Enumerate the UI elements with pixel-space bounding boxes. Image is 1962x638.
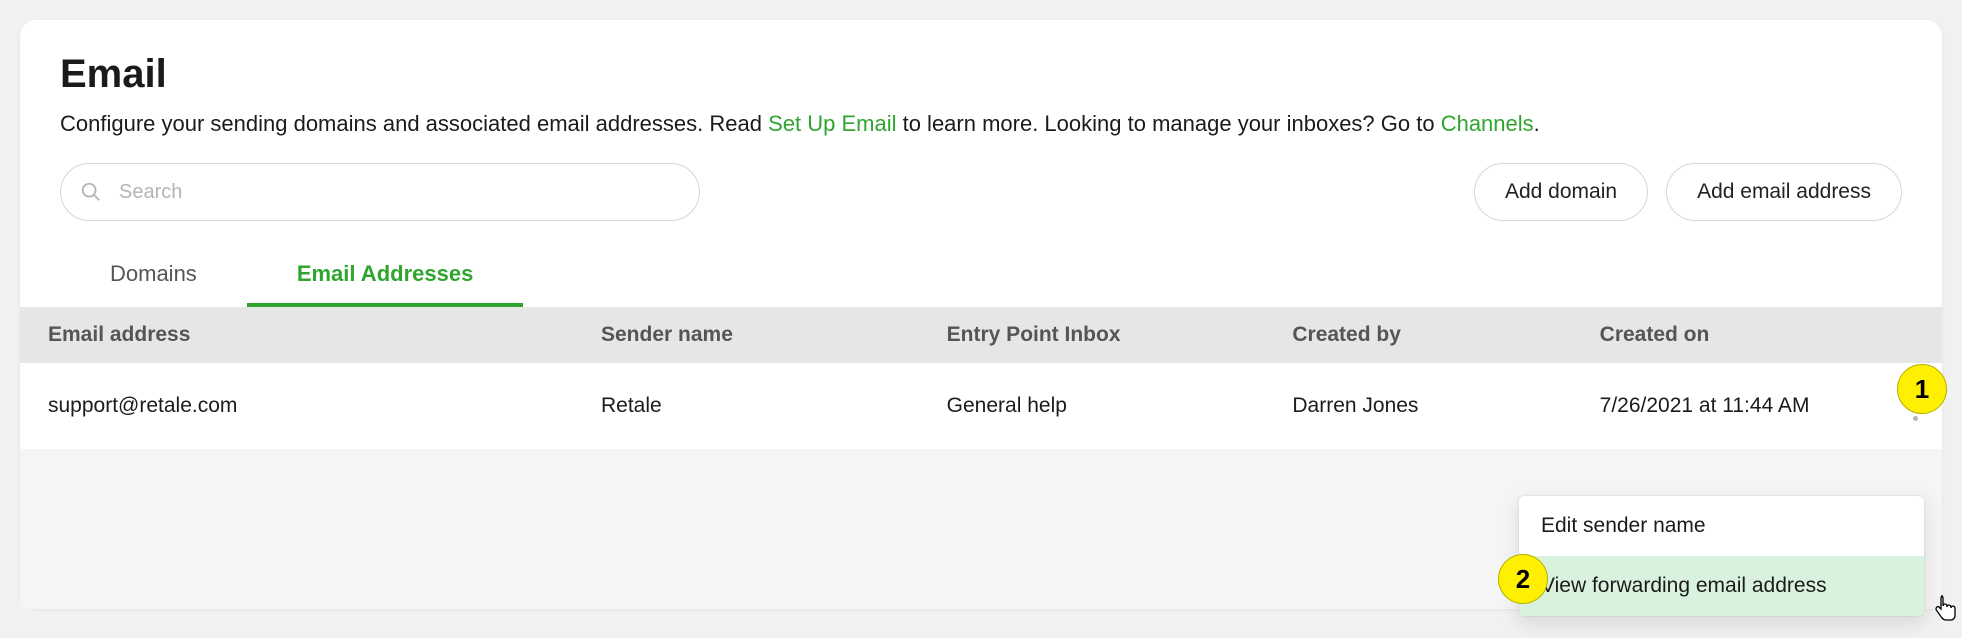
kebab-dot-icon [1913, 416, 1918, 421]
tab-domains[interactable]: Domains [60, 249, 247, 307]
page-subtitle: Configure your sending domains and assoc… [60, 111, 1902, 137]
cell-email: support@retale.com [20, 363, 577, 449]
th-sender-name: Sender name [577, 307, 923, 363]
header: Email Configure your sending domains and… [20, 20, 1942, 221]
subtitle-text-post: . [1534, 111, 1540, 136]
cursor-pointer-icon [1934, 594, 1958, 622]
annotation-badge-1: 1 [1897, 364, 1947, 414]
subtitle-text-mid: to learn more. Looking to manage your in… [896, 111, 1440, 136]
search-icon [80, 181, 102, 203]
buttons-right: Add domain Add email address [1474, 163, 1902, 221]
th-email-address: Email address [20, 307, 577, 363]
cell-entry: General help [923, 363, 1269, 449]
menu-item-edit-sender-name[interactable]: Edit sender name [1519, 496, 1924, 556]
th-created-on: Created on [1576, 307, 1883, 363]
search-input[interactable] [60, 163, 700, 221]
menu-item-view-forwarding-email[interactable]: View forwarding email address [1519, 556, 1924, 616]
table-header-row: Email address Sender name Entry Point In… [20, 307, 1942, 363]
controls-row: Add domain Add email address [60, 163, 1902, 221]
cell-sender: Retale [577, 363, 923, 449]
email-settings-card: Email Configure your sending domains and… [20, 20, 1942, 609]
setup-email-link[interactable]: Set Up Email [768, 111, 896, 136]
cell-created-on: 7/26/2021 at 11:44 AM [1576, 363, 1883, 449]
th-menu [1883, 307, 1942, 363]
th-created-by: Created by [1268, 307, 1575, 363]
th-entry-point-inbox: Entry Point Inbox [923, 307, 1269, 363]
row-menu-dropdown: Edit sender name View forwarding email a… [1519, 496, 1924, 616]
channels-link[interactable]: Channels [1441, 111, 1534, 136]
tab-email-addresses[interactable]: Email Addresses [247, 249, 524, 307]
search-wrap [60, 163, 700, 221]
tabs: Domains Email Addresses [20, 249, 1942, 307]
cell-created-by: Darren Jones [1268, 363, 1575, 449]
subtitle-text-pre: Configure your sending domains and assoc… [60, 111, 768, 136]
page-title: Email [60, 52, 1902, 97]
add-email-address-button[interactable]: Add email address [1666, 163, 1902, 221]
annotation-badge-2: 2 [1498, 554, 1548, 604]
table-row: support@retale.com Retale General help D… [20, 363, 1942, 449]
add-domain-button[interactable]: Add domain [1474, 163, 1648, 221]
